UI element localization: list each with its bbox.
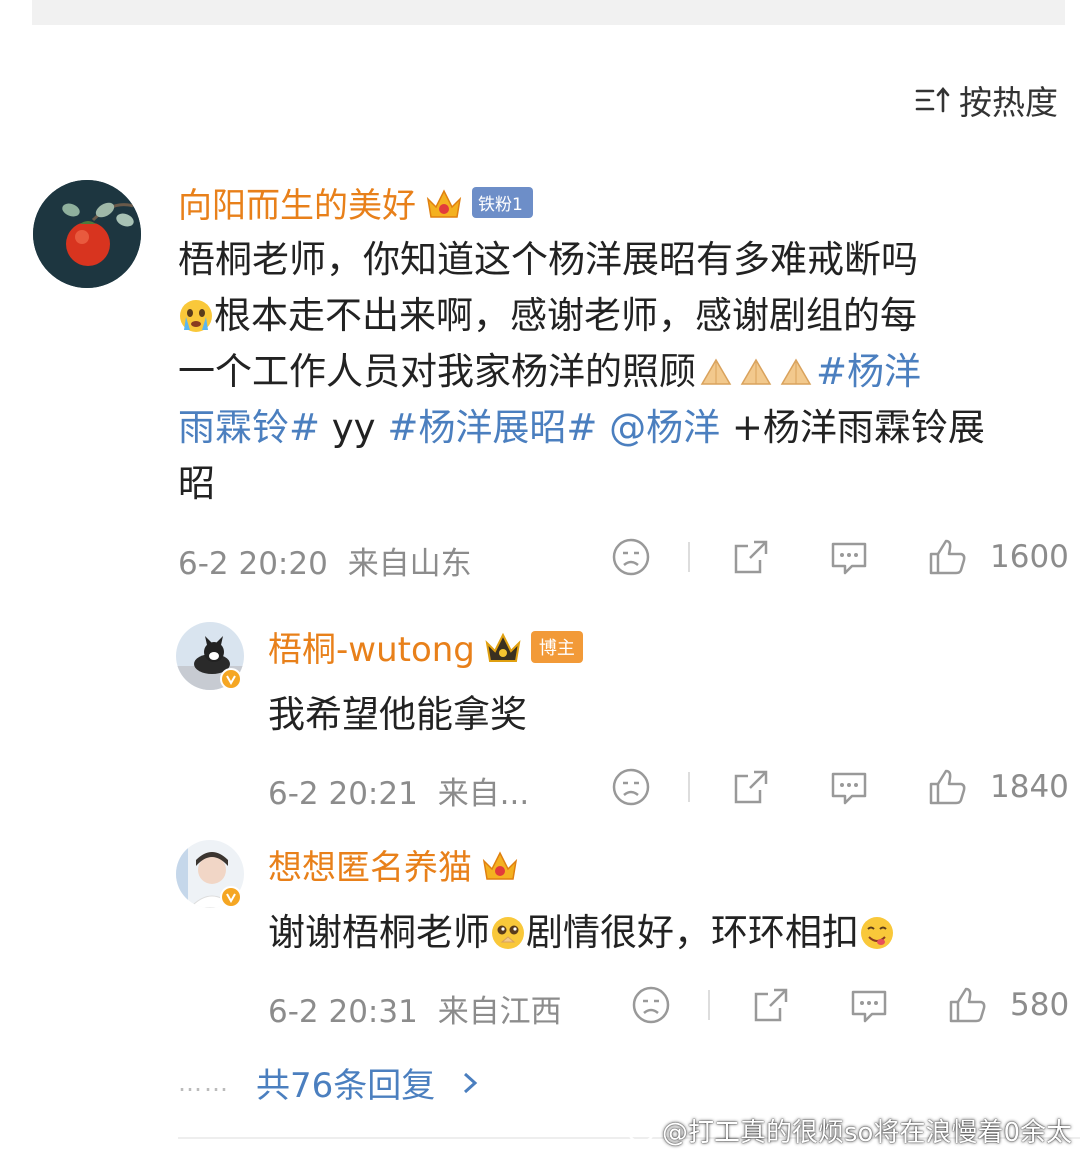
share-icon[interactable] <box>730 536 772 578</box>
praying-hands-icon <box>740 358 772 385</box>
divider <box>708 990 710 1020</box>
reply-text: 我希望他能拿奖 <box>268 693 527 736</box>
location: 来自江西 <box>437 994 562 1030</box>
praying-hands-icon <box>700 358 732 385</box>
reply-meta: 6-2 20:21 来自... <box>268 768 529 813</box>
comment-icon[interactable] <box>848 984 890 1026</box>
frown-icon[interactable] <box>630 984 672 1026</box>
frown-icon[interactable] <box>610 536 652 578</box>
reply-text: 谢谢梧桐老师 剧情很好，环环相扣 <box>268 902 895 956</box>
comment-icon[interactable] <box>828 536 870 578</box>
watermark: @打工真的很烦so将在浪慢着0余太 <box>628 1112 1072 1149</box>
frown-icon[interactable] <box>610 766 652 808</box>
chevron-right-icon <box>464 1072 478 1093</box>
reply-meta: 6-2 20:31 来自江西 <box>268 986 562 1031</box>
like-count: 1840 <box>990 769 1069 805</box>
username[interactable]: 向阳而生的美好 <box>178 178 416 227</box>
reply-username-row: 梧桐-wutong 博主 <box>268 622 583 671</box>
like-count: 580 <box>1010 987 1070 1023</box>
yum-emoji-icon <box>861 917 893 949</box>
comment-line: 一个工作人员对我家杨洋的照顾 <box>178 350 696 393</box>
sort-label: 按热度 <box>959 83 1058 122</box>
crown-icon <box>482 850 518 880</box>
praying-hands-icon <box>780 358 812 385</box>
share-icon[interactable] <box>750 984 792 1026</box>
view-more-replies-button[interactable]: …… 共76条回复 <box>178 1058 479 1107</box>
comment-text: 梧桐老师，你知道这个杨洋展昭有多难戒断吗 根本走不出来啊，感谢老师，感谢剧组的每… <box>178 232 1058 512</box>
more-replies-label: 共76条回复 <box>256 1066 436 1106</box>
hashtag-link[interactable]: #杨洋 <box>816 350 921 393</box>
verified-icon <box>220 668 242 690</box>
hashtag-link[interactable]: 雨霖铃# <box>178 406 320 449</box>
blogger-badge: 博主 <box>530 630 583 663</box>
reply-text-part: 剧情很好，环环相扣 <box>526 911 859 954</box>
comment-line: 梧桐老师，你知道这个杨洋展昭有多难戒断吗 <box>178 238 918 281</box>
sort-by-hot-button[interactable]: 按热度 <box>915 80 1058 122</box>
reply-actions: 1840 <box>610 766 1069 808</box>
avatar[interactable] <box>33 180 141 288</box>
crown-icon <box>485 632 521 662</box>
comment-username-row: 向阳而生的美好 铁粉1 <box>178 178 533 227</box>
location: 来自山东 <box>347 546 472 582</box>
username[interactable]: 想想匿名养猫 <box>268 840 472 889</box>
top-card-edge <box>32 0 1065 25</box>
like-icon[interactable] <box>926 766 968 808</box>
hashtag-link[interactable]: #杨洋展昭# <box>387 406 597 449</box>
timestamp: 6-2 20:31 <box>268 994 418 1030</box>
persimmon-avatar-image <box>33 180 141 288</box>
crown-icon <box>426 188 462 218</box>
reply-actions: 580 <box>630 984 1069 1026</box>
reply-username-row: 想想匿名养猫 <box>268 840 520 889</box>
verified-icon <box>220 886 242 908</box>
reply-text-part: 谢谢梧桐老师 <box>268 911 490 954</box>
fan-badge: 铁粉1 <box>472 187 533 218</box>
location: 来自... <box>437 776 530 812</box>
share-icon[interactable] <box>730 766 772 808</box>
comment-line: 昭 <box>178 462 215 505</box>
divider <box>688 542 690 572</box>
comment-inline-text: yy <box>320 406 388 449</box>
username[interactable]: 梧桐-wutong <box>268 622 475 671</box>
timestamp: 6-2 20:20 <box>178 546 328 582</box>
divider <box>688 772 690 802</box>
like-icon[interactable] <box>926 536 968 578</box>
comment-inline-text: +杨洋雨霖铃展 <box>720 406 985 449</box>
crying-emoji-icon <box>180 300 212 332</box>
sort-icon <box>915 86 950 113</box>
mention-link[interactable]: @杨洋 <box>609 406 720 449</box>
watermark-text: @打工真的很烦so将在浪慢着0余太 <box>662 1118 1072 1148</box>
comment-meta: 6-2 20:20 来自山东 <box>178 538 472 583</box>
like-count: 1600 <box>990 539 1069 575</box>
like-icon[interactable] <box>946 984 988 1026</box>
timestamp: 6-2 20:21 <box>268 776 418 812</box>
pleading-emoji-icon <box>492 917 524 949</box>
comment-line: 根本走不出来啊，感谢老师，感谢剧组的每 <box>214 294 917 337</box>
dots: …… <box>178 1068 230 1097</box>
weibo-logo-icon <box>628 1119 656 1143</box>
comment-actions: 1600 <box>610 536 1069 578</box>
comment-icon[interactable] <box>828 766 870 808</box>
